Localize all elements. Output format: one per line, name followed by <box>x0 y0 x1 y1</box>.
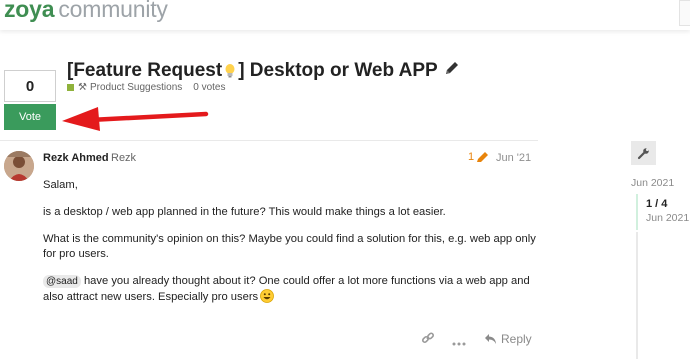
vote-info: 0 votes <box>193 82 226 93</box>
reply-button[interactable]: Reply <box>484 332 532 346</box>
site-header: zoya community <box>0 0 690 30</box>
avatar[interactable] <box>4 151 34 181</box>
smile-emoji-icon <box>260 289 275 308</box>
post-paragraph-3: @saad have you already thought about it?… <box>43 274 543 308</box>
edit-history-indicator[interactable]: 1 <box>468 151 490 163</box>
topic-title[interactable]: [Feature Request ] Desktop or Web APP <box>67 60 460 82</box>
timeline-position-date: Jun 2021 <box>646 212 690 224</box>
post-greeting: Salam, <box>43 179 78 191</box>
pencil-icon[interactable] <box>444 60 460 82</box>
timeline-handle[interactable] <box>636 194 638 230</box>
more-icon[interactable] <box>452 334 466 352</box>
tools-icon: ⚒ <box>78 82 87 93</box>
header-control[interactable] <box>679 0 690 26</box>
poster-username[interactable]: Rezk <box>111 152 136 164</box>
user-mention[interactable]: @saad <box>43 275 81 288</box>
category-line: ⚒ Product Suggestions 0 votes <box>67 82 226 93</box>
page: zoya community 0 Vote [Feature Request ] … <box>0 0 690 359</box>
post-paragraph-1: is a desktop / web app planned in the fu… <box>43 206 446 218</box>
wrench-button[interactable] <box>631 141 656 165</box>
logo-brand: zoya <box>4 0 55 22</box>
post-body: Salam, is a desktop / web app planned in… <box>43 178 543 320</box>
link-icon[interactable] <box>421 331 435 350</box>
title-part-1: [Feature Request <box>67 60 223 81</box>
vote-button[interactable]: Vote <box>4 104 56 130</box>
category-badge <box>67 84 74 91</box>
poster-name[interactable]: Rezk Ahmed <box>43 152 109 164</box>
post-paragraph-3-text: have you already thought about it? One c… <box>43 275 530 303</box>
edit-count: 1 <box>468 151 475 163</box>
vote-count: 0 <box>4 70 56 102</box>
lightbulb-icon <box>224 63 236 79</box>
edit-pencil-icon <box>477 152 489 162</box>
logo-community: community <box>58 0 168 22</box>
category-link[interactable]: Product Suggestions <box>90 82 182 93</box>
title-part-2: ] Desktop or Web APP <box>238 60 438 81</box>
post-paragraph-2: What is the community's opinion on this?… <box>43 233 536 260</box>
divider <box>0 140 538 141</box>
post-date[interactable]: Jun '21 <box>496 152 531 164</box>
site-logo[interactable]: zoya community <box>4 0 168 23</box>
wrench-icon <box>637 147 649 159</box>
reply-label: Reply <box>501 332 532 346</box>
timeline-start-date[interactable]: Jun 2021 <box>631 177 674 189</box>
red-arrow-annotation <box>62 107 209 131</box>
timeline-position: 1 / 4 <box>646 198 668 210</box>
reply-icon <box>485 334 496 344</box>
timeline-track[interactable] <box>636 232 638 359</box>
